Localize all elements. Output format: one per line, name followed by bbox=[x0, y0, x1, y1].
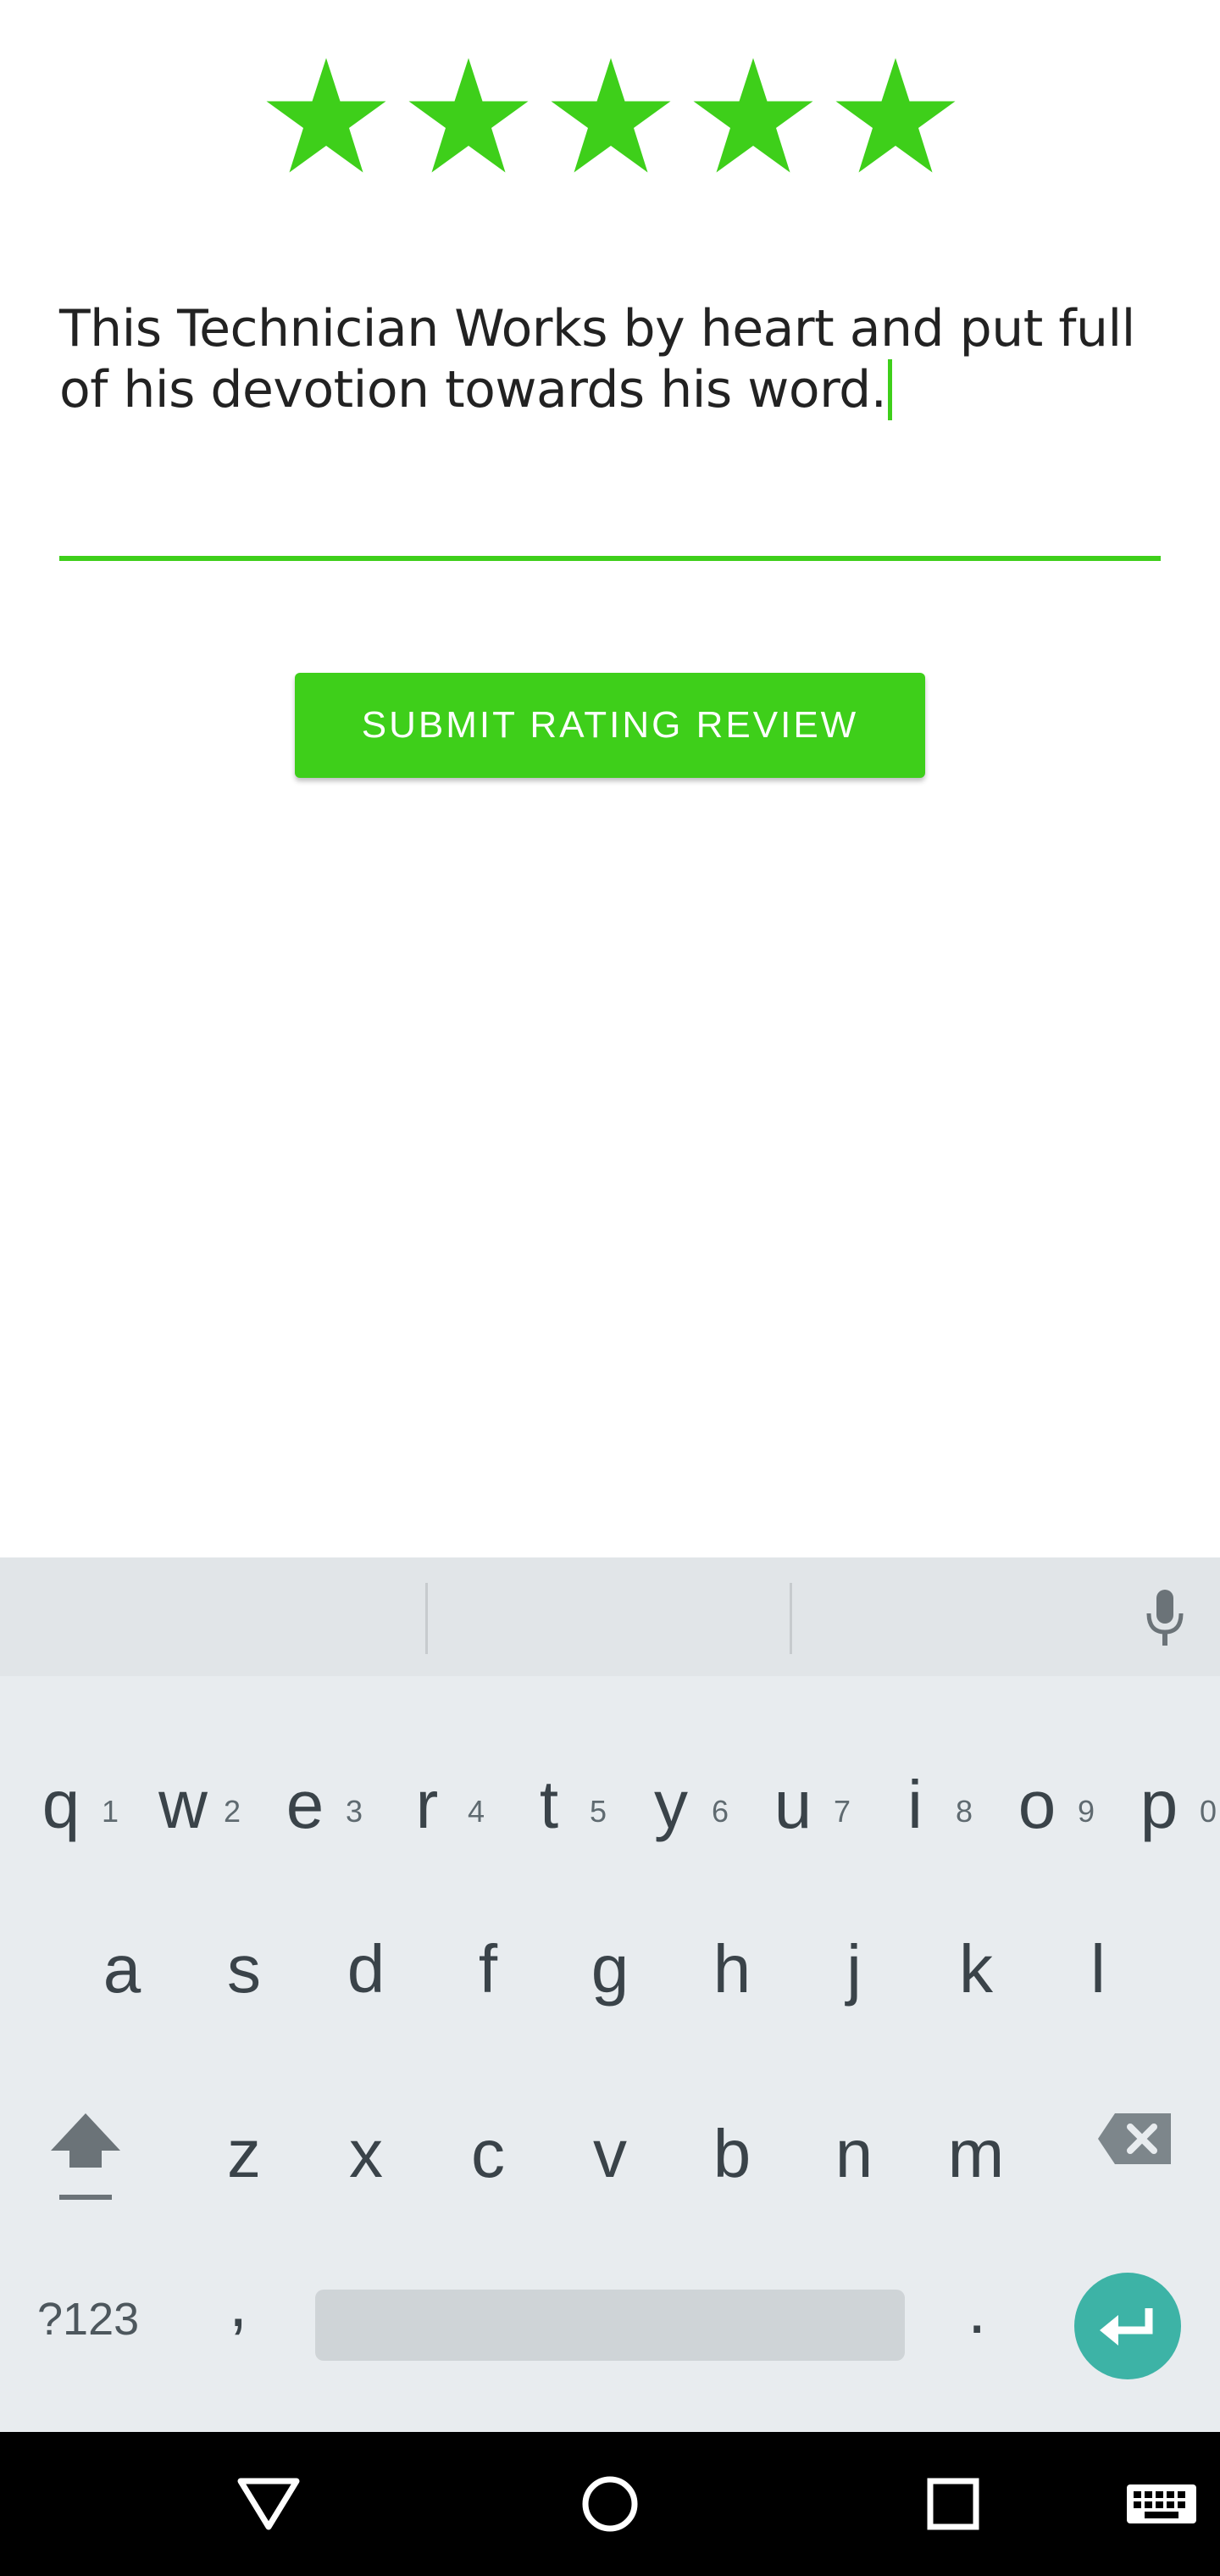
star-4[interactable] bbox=[690, 54, 817, 181]
key-f[interactable]: f bbox=[427, 1910, 549, 2029]
key-w[interactable]: w2 bbox=[122, 1720, 244, 1864]
text-cursor bbox=[888, 359, 893, 420]
rating-stars bbox=[0, 54, 1220, 181]
review-input[interactable]: This Technician Works by heart and put f… bbox=[59, 288, 1161, 564]
key-y[interactable]: y6 bbox=[610, 1720, 732, 1864]
star-2[interactable] bbox=[405, 54, 532, 181]
key-h[interactable]: h bbox=[671, 1910, 793, 2029]
home-icon[interactable] bbox=[572, 2466, 648, 2542]
enter-icon bbox=[1100, 2308, 1153, 2346]
key-k[interactable]: k bbox=[915, 1910, 1037, 2029]
star-5[interactable] bbox=[832, 54, 959, 181]
key-s[interactable]: s bbox=[183, 1910, 305, 2029]
key-a[interactable]: a bbox=[61, 1910, 183, 2029]
key-d[interactable]: d bbox=[305, 1910, 427, 2029]
key-p[interactable]: p0 bbox=[1098, 1720, 1220, 1864]
key-m[interactable]: m bbox=[915, 2095, 1037, 2213]
suggestion-bar bbox=[0, 1557, 1220, 1676]
suggestion-divider bbox=[425, 1583, 428, 1654]
back-icon[interactable] bbox=[230, 2466, 307, 2542]
key-n[interactable]: n bbox=[793, 2095, 915, 2213]
key-period[interactable]: . bbox=[968, 2271, 986, 2349]
enter-key[interactable] bbox=[1074, 2273, 1181, 2379]
input-underline bbox=[59, 556, 1161, 561]
key-j[interactable]: j bbox=[793, 1910, 915, 2029]
spacebar[interactable] bbox=[315, 2290, 905, 2361]
key-comma[interactable]: , bbox=[229, 2264, 247, 2342]
recents-icon[interactable] bbox=[915, 2466, 991, 2542]
key-b[interactable]: b bbox=[671, 2095, 793, 2213]
key-q[interactable]: q1 bbox=[0, 1720, 122, 1864]
star-1[interactable] bbox=[263, 54, 390, 181]
star-3[interactable] bbox=[547, 54, 674, 181]
key-o[interactable]: o9 bbox=[976, 1720, 1098, 1864]
key-u[interactable]: u7 bbox=[732, 1720, 854, 1864]
key-e[interactable]: e3 bbox=[244, 1720, 366, 1864]
suggestion-divider bbox=[790, 1583, 792, 1654]
backspace-icon[interactable] bbox=[1096, 2112, 1173, 2166]
key-v[interactable]: v bbox=[549, 2095, 671, 2213]
key-t[interactable]: t5 bbox=[488, 1720, 610, 1864]
mic-icon[interactable] bbox=[1144, 1588, 1186, 1647]
key-l[interactable]: l bbox=[1037, 1910, 1159, 2029]
key-g[interactable]: g bbox=[549, 1910, 671, 2029]
review-text: This Technician Works by heart and put f… bbox=[59, 298, 1161, 420]
key-i[interactable]: i8 bbox=[854, 1720, 976, 1864]
key-symbols[interactable]: ?123 bbox=[37, 2293, 139, 2346]
key-r[interactable]: r4 bbox=[366, 1720, 488, 1864]
key-x[interactable]: x bbox=[305, 2095, 427, 2213]
keyboard-switch-icon[interactable] bbox=[1123, 2466, 1200, 2542]
shift-icon[interactable] bbox=[47, 2110, 124, 2203]
system-navigation-bar bbox=[0, 2432, 1220, 2576]
review-text-content: This Technician Works by heart and put f… bbox=[59, 299, 1135, 419]
key-c[interactable]: c bbox=[427, 2095, 549, 2213]
submit-rating-review-button[interactable]: SUBMIT RATING REVIEW bbox=[295, 673, 925, 778]
key-z[interactable]: z bbox=[183, 2095, 305, 2213]
